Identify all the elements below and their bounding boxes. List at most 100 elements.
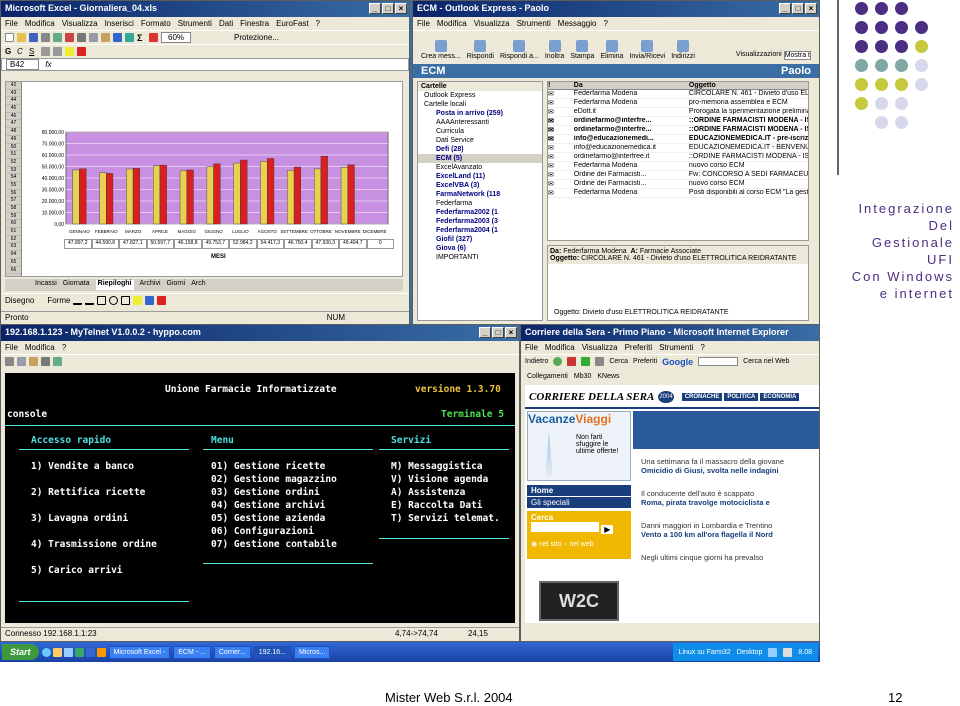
excel-quicklaunch-icon[interactable] xyxy=(74,647,84,657)
service-option[interactable]: V) Visione agenda xyxy=(391,474,488,485)
menu-option[interactable]: 02) Gestione magazzino xyxy=(211,474,337,485)
folder-item[interactable]: AAAAnteressanti xyxy=(418,118,542,127)
line-icon[interactable] xyxy=(73,296,83,305)
table-cell[interactable]: 0 xyxy=(366,239,394,249)
folder-item[interactable]: Dati Service xyxy=(418,136,542,145)
menu-item[interactable]: Strumenti xyxy=(659,343,693,352)
spreadsheet-grid[interactable]: 42 43 44 45 46 47 48 49 50 51 52 53 54 55 56 57 58 59 60 61… xyxy=(5,81,403,277)
toolbar-button[interactable]: Rispondi a... xyxy=(500,40,539,60)
draw-menu[interactable]: Disegno xyxy=(5,296,34,305)
volume-icon[interactable] xyxy=(783,647,793,657)
folder-item[interactable]: ExcelLand (11) xyxy=(418,172,542,181)
save-icon[interactable] xyxy=(29,33,38,42)
nav-tab[interactable]: POLITICA xyxy=(724,393,759,401)
specials-link[interactable]: Gli speciali xyxy=(527,497,631,508)
google-search-input[interactable] xyxy=(698,357,739,366)
table-cell[interactable]: 47.930,3 xyxy=(311,239,339,249)
copy-icon[interactable] xyxy=(89,33,98,42)
stop-icon[interactable] xyxy=(567,357,577,366)
terminal-screen[interactable]: Unione Farmacie Informatizzate versione … xyxy=(5,373,515,623)
align-center-icon[interactable] xyxy=(53,47,62,56)
message-row[interactable]: ✉ Federfarma Modena CIRCOLARE N. 461 - Div… xyxy=(548,90,808,99)
toolbar-button[interactable]: Crea mess... xyxy=(421,40,461,60)
cut-icon[interactable] xyxy=(77,33,86,42)
network-icon[interactable] xyxy=(768,647,778,657)
wrc-ad[interactable]: W2C xyxy=(539,581,619,621)
folder-item[interactable]: IMPORTANTI xyxy=(418,253,542,262)
table-cell[interactable]: 47.827,1 xyxy=(119,239,147,249)
oval-icon[interactable] xyxy=(109,296,119,305)
menu-item[interactable]: Visualizza xyxy=(582,343,618,352)
desktop-toolbar[interactable]: Desktop xyxy=(737,649,763,656)
folder-item[interactable]: Curricula xyxy=(418,127,542,136)
news-headline[interactable]: Vento a 100 km all'ora flagella il Nord xyxy=(641,530,819,539)
menu-item[interactable]: Modifica xyxy=(437,19,467,28)
excel-titlebar[interactable]: Microsoft Excel - Giornaliera_04.xls _ □… xyxy=(1,1,409,17)
message-row[interactable]: ✉ Ordine dei Farmacisti... nuovo corso ECM xyxy=(548,180,808,189)
menu-item[interactable]: File xyxy=(5,19,18,28)
menu-item[interactable]: Inserisci xyxy=(105,19,134,28)
close-button[interactable]: × xyxy=(805,3,817,14)
folder-item[interactable]: Giofil (327) xyxy=(418,235,542,244)
from-column-header[interactable]: Da xyxy=(574,82,689,89)
table-cell[interactable]: 49.404,7 xyxy=(339,239,367,249)
menu-item[interactable]: Strumenti xyxy=(178,19,212,28)
search-web-button[interactable]: Cerca nel Web xyxy=(743,358,789,365)
table-cell[interactable]: 46.158,8 xyxy=(174,239,202,249)
menu-option[interactable]: 03) Gestione ordini xyxy=(211,487,320,498)
folder-item[interactable]: ExcelVBA (3) xyxy=(418,181,542,190)
message-row[interactable]: ✉ Ordine dei Farmacisti... Fw: CONCORSO A … xyxy=(548,171,808,180)
sheet-tab[interactable]: Archivi xyxy=(140,280,161,290)
quick-access-item[interactable]: 5) Carico arrivi xyxy=(31,565,123,576)
chart-wizard-icon[interactable] xyxy=(149,33,158,42)
fx-icon[interactable]: fx xyxy=(45,60,51,69)
align-left-icon[interactable] xyxy=(41,47,50,56)
menu-option[interactable]: 06) Configurazioni xyxy=(211,526,314,537)
news-headline[interactable]: Omicidio di Giusi, svolta nelle indagini xyxy=(641,466,819,475)
table-cell[interactable]: 50.597,7 xyxy=(146,239,174,249)
menu-option[interactable]: 05) Gestione azienda xyxy=(211,513,325,524)
menu-item[interactable]: Visualizza xyxy=(62,19,98,28)
fill-color-icon[interactable] xyxy=(65,47,74,56)
menu-option[interactable]: 07) Gestione contabile xyxy=(211,539,337,550)
font-color-icon[interactable] xyxy=(77,47,86,56)
start-button[interactable]: Start xyxy=(2,644,39,660)
table-cell[interactable]: 44.590,8 xyxy=(91,239,119,249)
print-icon[interactable] xyxy=(41,33,50,42)
attachment-link[interactable]: Oggetto: Divieto d'uso ELETTROLITICA REI… xyxy=(554,309,729,316)
menu-option[interactable]: 04) Gestione archivi xyxy=(211,500,325,511)
message-row[interactable]: ✉ eDott.it Prorogata la sperimentazione pr… xyxy=(548,108,808,117)
hyperlink-icon[interactable] xyxy=(125,33,134,42)
message-row[interactable]: ✉ ordinefarmo@interfre...::ORDINE FARMACI… xyxy=(548,117,808,126)
telnet-titlebar[interactable]: 192.168.1.123 - MyTelnet V1.0.0.2 - hypp… xyxy=(1,325,519,341)
menu-item[interactable]: ? xyxy=(603,19,607,28)
folder-item[interactable]: Outlook Express xyxy=(418,91,542,100)
toolbar-button[interactable]: Indirizzi xyxy=(671,40,695,60)
folder-item[interactable]: Defi (28) xyxy=(418,145,542,154)
toolbar-button[interactable]: Invia/Ricevi xyxy=(629,40,665,60)
news-headline[interactable]: Roma, pirata travolge motociclista e xyxy=(641,498,819,507)
home-icon[interactable] xyxy=(595,357,605,366)
table-cell[interactable]: 49.753,7 xyxy=(201,239,229,249)
search-button[interactable]: Cerca xyxy=(609,358,628,365)
settings-icon[interactable] xyxy=(53,357,62,366)
maximize-button[interactable]: □ xyxy=(492,327,504,338)
monthly-bar-chart[interactable]: 80.000,00 70.000,00 60.000,00 50.000,00 40.0… xyxy=(32,126,392,238)
close-button[interactable]: × xyxy=(505,327,517,338)
maximize-button[interactable]: □ xyxy=(382,3,394,14)
undo-icon[interactable] xyxy=(113,33,122,42)
vacanze-banner[interactable]: VacanzeViaggi Non farti sfuggire le ulti… xyxy=(527,411,631,481)
menu-item[interactable]: File xyxy=(5,343,18,352)
sheet-tab[interactable]: Incassi xyxy=(35,280,57,290)
message-row[interactable]: ✉ ordinefarmo@interfree.it::ORDINE FARMAC… xyxy=(548,153,808,162)
menu-item[interactable]: ? xyxy=(62,343,66,352)
message-row[interactable]: ✉ Federfarma Modena Posti disponibili al c… xyxy=(548,189,808,198)
protection-menu[interactable]: Protezione... xyxy=(234,33,279,42)
print-icon[interactable] xyxy=(41,357,50,366)
task-button[interactable]: Micros... xyxy=(293,645,331,659)
menu-item[interactable]: EuroFast xyxy=(276,19,308,28)
back-button[interactable]: Indietro xyxy=(525,358,548,365)
copy-icon[interactable] xyxy=(17,357,26,366)
connect-icon[interactable] xyxy=(5,357,14,366)
new-icon[interactable] xyxy=(5,33,14,42)
